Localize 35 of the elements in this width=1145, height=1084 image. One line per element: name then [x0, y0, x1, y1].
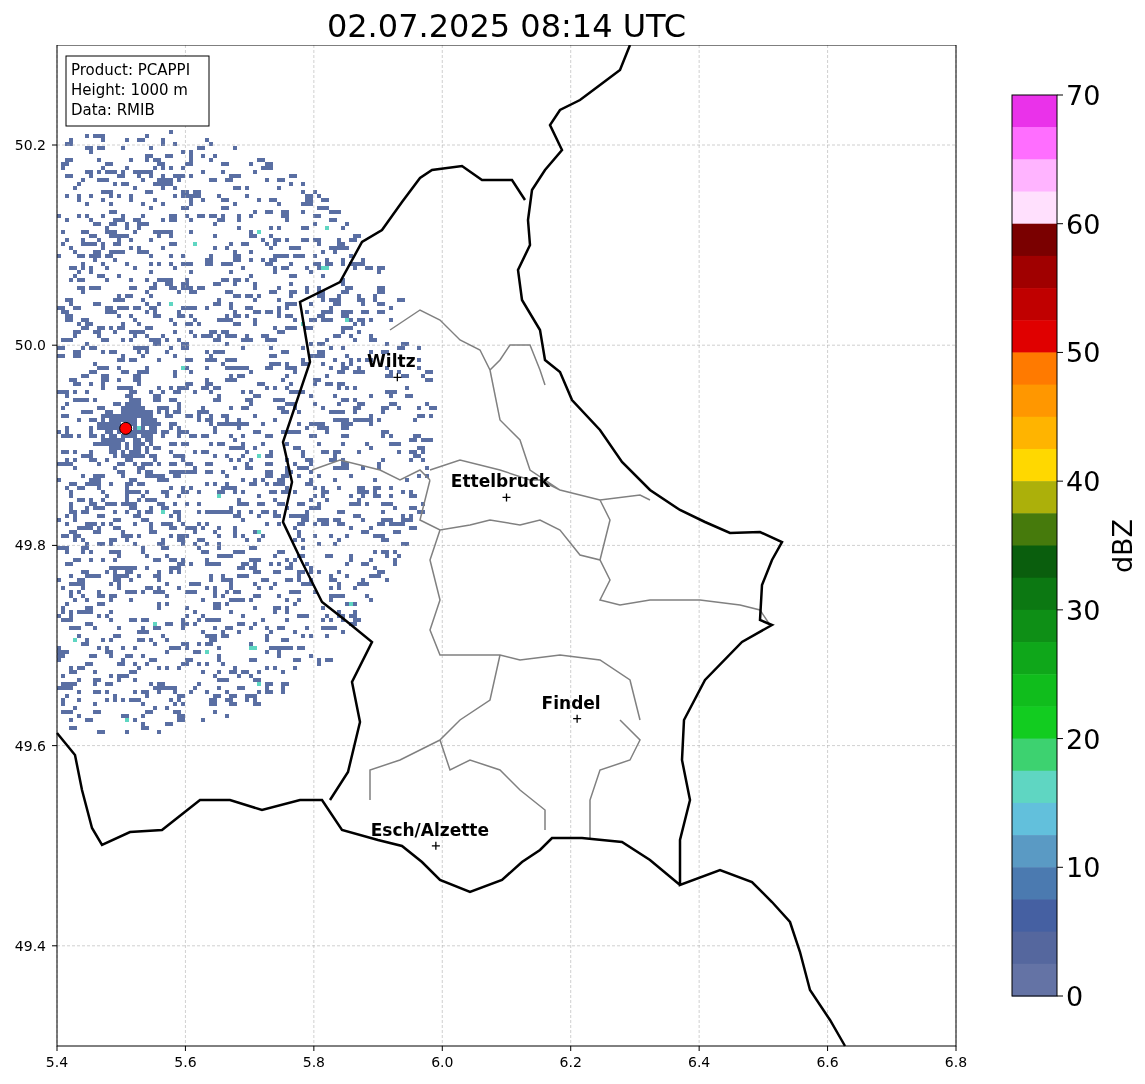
- colorbar-tick-label: 20: [1066, 723, 1101, 755]
- colorbar-tick-label: 40: [1066, 466, 1101, 498]
- radar-site-icon: [119, 421, 133, 435]
- colorbar-tick-label: 30: [1066, 594, 1101, 626]
- city-marker-icon: [501, 492, 512, 503]
- x-tick-label: 6.2: [559, 1054, 582, 1070]
- y-tick-label: 50.2: [14, 137, 46, 153]
- x-tick-label: 5.4: [45, 1054, 69, 1070]
- info-text: Data: RMIB: [71, 101, 155, 119]
- x-tick-label: 6.0: [431, 1054, 454, 1070]
- y-tick-label: 50.0: [14, 337, 46, 354]
- city-label: Esch/Alzette: [370, 819, 489, 840]
- y-tick-label: 49.4: [14, 937, 46, 954]
- colorbar-tick-label: 50: [1066, 337, 1101, 369]
- y-tick-label: 49.8: [14, 537, 46, 554]
- colorbar-tick-label: 70: [1066, 80, 1101, 111]
- colorbar-tick-label: 0: [1066, 981, 1084, 1012]
- x-tick-label: 6.6: [816, 1054, 839, 1070]
- x-tick-label: 6.8: [944, 1054, 968, 1070]
- x-tick-label: 5.8: [302, 1054, 325, 1070]
- x-tick-label: 5.6: [174, 1054, 197, 1070]
- city-label: Findel: [541, 692, 601, 713]
- city-marker-icon: [431, 841, 441, 851]
- info-text: Product: PCAPPI: [71, 61, 191, 79]
- city-marker-icon: [572, 714, 582, 724]
- colorbar-tick-label: 60: [1066, 208, 1101, 240]
- colorbar-tick-label: 10: [1066, 852, 1101, 884]
- chart-title: 02.07.2025 08:14 UTC: [325, 6, 688, 45]
- x-tick-label: 6.4: [688, 1054, 711, 1070]
- city-marker-icon: [392, 372, 402, 382]
- y-tick-label: 49.6: [14, 737, 46, 754]
- info-text: Height: 1000 m: [71, 81, 188, 99]
- city-label: Wiltz: [367, 351, 416, 372]
- city-label: Ettelbruck: [450, 471, 551, 492]
- colorbar-label: dBZ: [1107, 518, 1138, 574]
